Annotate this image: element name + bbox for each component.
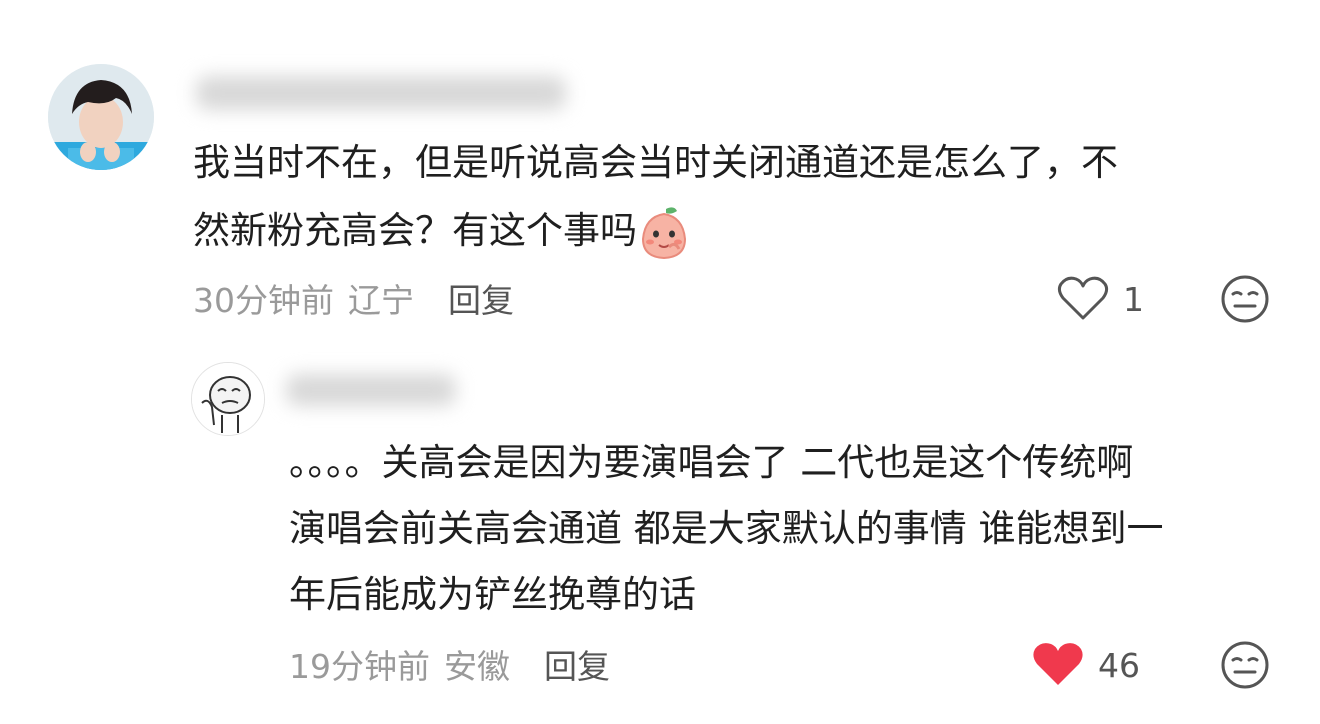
comment-meta: 19分钟前 安徽 回复 xyxy=(289,642,610,686)
reply-button[interactable]: 回复 xyxy=(544,640,610,688)
meme-face-avatar-image xyxy=(192,363,264,435)
username-blurred[interactable] xyxy=(196,76,566,110)
location: 安徽 xyxy=(444,647,510,686)
comment-2: 。。。。关高会是因为要演唱会了 二代也是这个传统啊 演唱会前关高会通道 都是大家… xyxy=(0,340,1320,724)
comment-text-line: 然新粉充高会？有这个事吗 xyxy=(193,204,689,261)
neutral-face-icon xyxy=(1221,275,1269,323)
timestamp: 30分钟前 xyxy=(193,281,334,320)
like-count: 1 xyxy=(1123,279,1144,319)
user-avatar-image xyxy=(48,64,154,170)
location: 辽宁 xyxy=(348,281,414,320)
avatar[interactable] xyxy=(191,362,265,436)
username-blurred[interactable] xyxy=(286,374,456,406)
like-button[interactable]: 46 xyxy=(1032,642,1140,688)
peach-smirk-emoji-icon xyxy=(639,205,689,261)
avatar[interactable] xyxy=(48,64,154,170)
comment-text-line: 。。。。关高会是因为要演唱会了 二代也是这个传统啊 xyxy=(289,441,1134,484)
dislike-button[interactable] xyxy=(1219,639,1271,695)
dislike-button[interactable] xyxy=(1219,273,1271,329)
like-count: 46 xyxy=(1098,645,1140,685)
comment-1: 我当时不在，但是听说高会当时关闭通道还是怎么了，不 然新粉充高会？有这个事吗 3… xyxy=(0,0,1320,340)
comment-text-line: 年后能成为铲丝挽尊的话 xyxy=(289,573,696,616)
comment-text-line: 我当时不在，但是听说高会当时关闭通道还是怎么了，不 xyxy=(193,141,1118,184)
comment-text-line: 演唱会前关高会通道 都是大家默认的事情 谁能想到一 xyxy=(289,507,1164,550)
comment-meta: 30分钟前 辽宁 回复 xyxy=(193,276,514,320)
reply-button[interactable]: 回复 xyxy=(448,274,514,322)
like-button[interactable]: 1 xyxy=(1057,276,1144,322)
heart-outline-icon xyxy=(1057,276,1109,320)
heart-filled-icon xyxy=(1033,643,1083,685)
timestamp: 19分钟前 xyxy=(289,647,430,686)
comment-text: 然新粉充高会？有这个事吗 xyxy=(193,209,637,252)
neutral-face-icon xyxy=(1221,641,1269,689)
